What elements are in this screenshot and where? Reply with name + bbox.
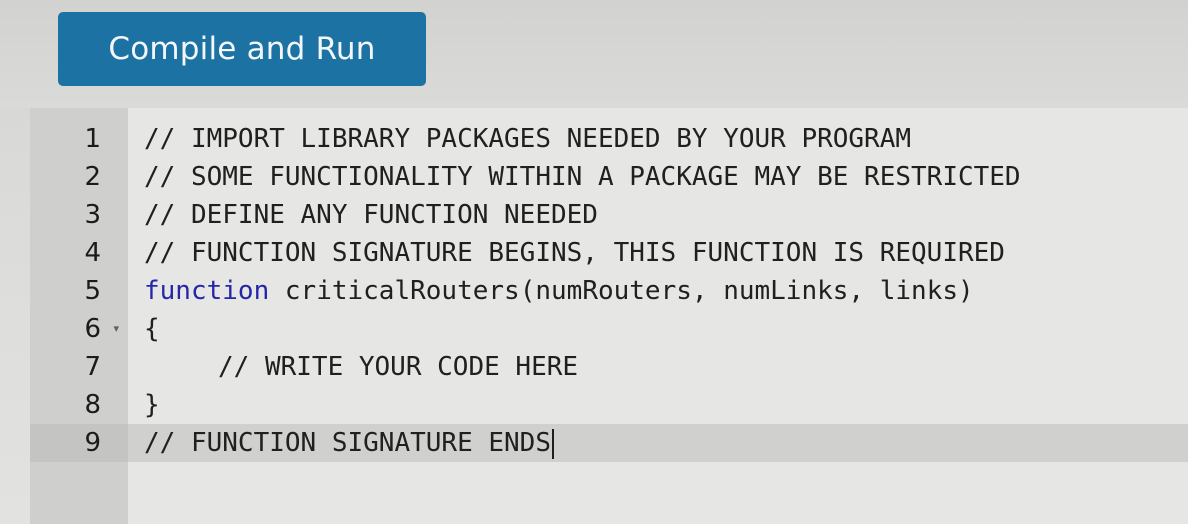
line-number-8: 8: [84, 390, 101, 420]
code-editor[interactable]: 1 2 3 4 5 6 ▾ 7 8 9 // IMPORT LIBRARY PA…: [30, 108, 1188, 524]
line-number-1: 1: [84, 124, 101, 154]
code-area[interactable]: // IMPORT LIBRARY PACKAGES NEEDED BY YOU…: [128, 120, 1188, 462]
line-number-5: 5: [84, 276, 101, 306]
function-keyword: function: [144, 276, 270, 306]
function-params: (numRouters, numLinks, links): [519, 276, 974, 306]
code-line-3[interactable]: // DEFINE ANY FUNCTION NEEDED: [128, 196, 1188, 234]
code-line-7[interactable]: // WRITE YOUR CODE HERE: [128, 348, 1188, 386]
text-cursor: [552, 428, 554, 459]
code-line-1[interactable]: // IMPORT LIBRARY PACKAGES NEEDED BY YOU…: [128, 120, 1188, 158]
line-number-gutter: 1 2 3 4 5 6 ▾ 7 8 9: [30, 108, 128, 524]
line-number-2: 2: [84, 162, 101, 192]
code-line-2[interactable]: // SOME FUNCTIONALITY WITHIN A PACKAGE M…: [128, 158, 1188, 196]
chevron-down-icon[interactable]: ▾: [113, 310, 119, 348]
function-name: criticalRouters: [284, 276, 520, 306]
line-number-4: 4: [84, 238, 101, 268]
line-number-3: 3: [84, 200, 101, 230]
code-line-6[interactable]: {: [128, 310, 1188, 348]
code-line-9[interactable]: // FUNCTION SIGNATURE ENDS: [128, 424, 1188, 462]
compile-and-run-button[interactable]: Compile and Run: [58, 12, 426, 86]
line-number-7: 7: [84, 352, 101, 382]
code-line-4[interactable]: // FUNCTION SIGNATURE BEGINS, THIS FUNCT…: [128, 234, 1188, 272]
line-number-6: 6 ▾: [30, 310, 128, 348]
line-number-9: 9: [30, 424, 128, 462]
toolbar: Compile and Run: [0, 0, 1188, 108]
code-line-8[interactable]: }: [128, 386, 1188, 424]
code-line-5[interactable]: function criticalRouters(numRouters, num…: [128, 272, 1188, 310]
